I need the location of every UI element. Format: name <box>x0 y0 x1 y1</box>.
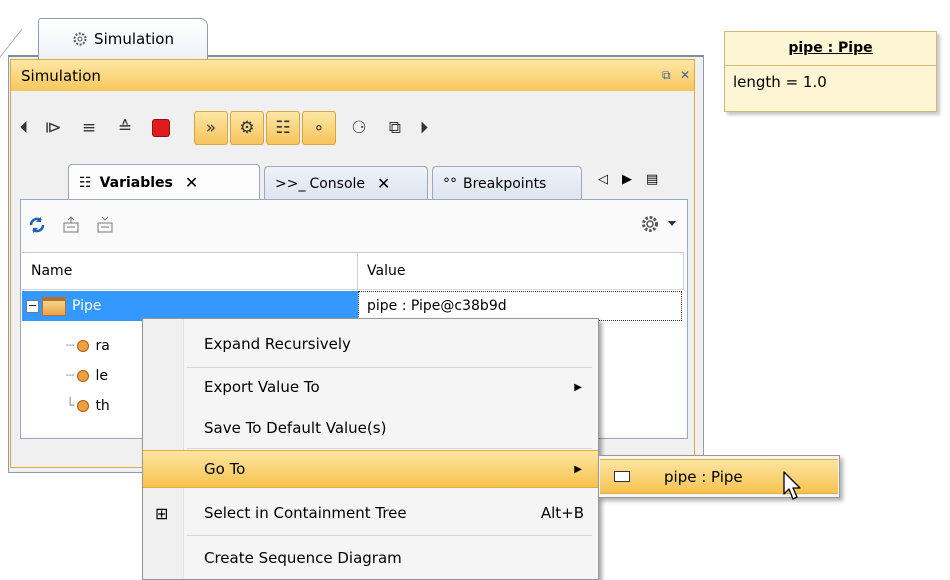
breakpoints-tab-icon: °° <box>443 175 457 192</box>
row-value-cell[interactable]: pipe : Pipe@c38b9d <box>358 291 682 321</box>
step-into-icon[interactable]: ⧐ <box>38 113 68 143</box>
mouse-cursor-icon <box>783 471 801 500</box>
outer-tab-label: Simulation <box>94 30 174 48</box>
note-attribute: length = 1.0 <box>733 73 827 91</box>
simulation-outer-tab[interactable]: Simulation <box>38 18 208 59</box>
stop-icon[interactable] <box>146 113 176 143</box>
tree-line: ┄ <box>66 338 75 354</box>
containment-tree-icon: ⊞ <box>155 503 169 523</box>
property-icon <box>77 340 90 352</box>
menu-item-go-to[interactable]: Go To ▶ <box>143 450 598 488</box>
refresh-icon[interactable] <box>26 214 48 236</box>
gear-icon <box>73 32 87 46</box>
variables-toggle-icon[interactable]: ☷ <box>266 111 300 145</box>
menu-item-save-to-default[interactable]: Save To Default Value(s) <box>143 409 598 447</box>
tab-console-label: Console <box>309 175 366 192</box>
menu-item-label: Go To <box>204 460 246 478</box>
class-icon <box>42 296 66 316</box>
back-icon[interactable]: ⏴ <box>16 113 32 143</box>
variables-toolbar <box>26 214 116 236</box>
table-row[interactable]: − Pipe <box>22 291 358 321</box>
menu-item-label: Export Value To <box>204 378 320 396</box>
restore-icon[interactable]: ⧉ <box>662 68 671 83</box>
sim-config-icon[interactable]: ⚙ <box>230 111 264 145</box>
trigger-icon[interactable]: ⚆ <box>344 113 374 143</box>
tab-scroll-left-icon[interactable]: ◁ <box>598 172 608 187</box>
close-icon[interactable]: ✕ <box>377 174 390 193</box>
note-header: pipe : Pipe <box>725 32 936 66</box>
forward-icon[interactable]: ⏵ <box>416 113 432 143</box>
column-header-name[interactable]: Name <box>22 253 358 290</box>
options-menu[interactable] <box>640 214 676 234</box>
tab-navigation: ◁ ▶ ▤ <box>598 172 658 187</box>
column-header-value[interactable]: Value <box>358 253 684 290</box>
tree-line: └ <box>66 398 75 414</box>
tab-variables-label: Variables <box>99 174 173 191</box>
property-icon <box>77 370 90 382</box>
tab-console[interactable]: >>_ Console ✕ <box>264 166 428 200</box>
console-tab-icon: >>_ <box>275 175 306 192</box>
submenu-arrow-icon: ▶ <box>574 463 582 475</box>
export-icon[interactable]: ⧉ <box>380 113 410 143</box>
row-name: ra <box>95 338 110 354</box>
row-name: Pipe <box>72 298 102 314</box>
menu-item-select-in-containment-tree[interactable]: ⊞ Select in Containment Tree Alt+B <box>143 494 598 532</box>
menu-separator <box>187 535 592 536</box>
close-icon[interactable]: ✕ <box>680 68 690 82</box>
variables-tab-icon: ☷ <box>79 174 92 191</box>
menu-separator <box>187 448 592 449</box>
table-row[interactable]: ┄ ra <box>66 331 110 361</box>
menu-item-label: Save To Default Value(s) <box>204 419 387 437</box>
row-name: le <box>95 368 108 384</box>
tree-line: ┄ <box>66 368 75 384</box>
tab-variables[interactable]: ☷ Variables ✕ <box>68 164 260 200</box>
table-row[interactable]: └ th <box>66 391 110 421</box>
row-name: th <box>95 398 110 414</box>
simulation-toolbar: ⏴ ⧐ ≡ ≙ » ⚙ ☷ ∘ ⚆ ⧉ ⏵ <box>16 108 438 148</box>
close-icon[interactable]: ✕ <box>185 173 198 192</box>
context-menu: Expand Recursively Export Value To ▶ Sav… <box>142 318 599 580</box>
submenu-arrow-icon: ▶ <box>574 381 582 393</box>
menu-item-label: Create Sequence Diagram <box>204 549 402 567</box>
menu-item-expand-recursively[interactable]: Expand Recursively <box>143 325 598 363</box>
simulation-panel-title-bar: Simulation ⧉ ✕ <box>10 59 695 92</box>
tab-list-icon[interactable]: ▤ <box>646 172 658 187</box>
menu-item-label: Select in Containment Tree <box>204 504 407 522</box>
property-icon <box>77 400 90 412</box>
chevron-down-icon <box>668 221 676 226</box>
step-out-icon[interactable]: ≙ <box>110 113 140 143</box>
menu-item-export-value-to[interactable]: Export Value To ▶ <box>143 368 598 406</box>
console-toggle-icon[interactable]: » <box>194 111 228 145</box>
table-row[interactable]: ┄ le <box>66 361 108 391</box>
collapse-all-icon[interactable] <box>94 214 116 236</box>
gear-icon <box>642 216 658 232</box>
tab-breakpoints[interactable]: °° Breakpoints <box>432 166 582 200</box>
instance-icon <box>614 471 630 482</box>
tab-scroll-right-icon[interactable]: ▶ <box>622 172 632 187</box>
submenu-item-label: pipe : Pipe <box>664 467 743 486</box>
collapse-node-icon[interactable]: − <box>26 299 39 313</box>
panel-title: Simulation <box>21 66 101 85</box>
step-over-icon[interactable]: ≡ <box>74 113 104 143</box>
tab-breakpoints-label: Breakpoints <box>463 175 547 192</box>
breakpoints-toggle-icon[interactable]: ∘ <box>302 111 336 145</box>
instance-note[interactable]: pipe : Pipe length = 1.0 <box>724 31 937 112</box>
menu-item-label: Expand Recursively <box>204 335 351 353</box>
menu-item-shortcut: Alt+B <box>540 504 584 522</box>
row-value: pipe : Pipe@c38b9d <box>367 298 507 314</box>
menu-item-create-sequence-diagram[interactable]: Create Sequence Diagram <box>143 539 598 577</box>
expand-all-icon[interactable] <box>60 214 82 236</box>
inner-tab-strip: ☷ Variables ✕ >>_ Console ✕ °° Breakpoin… <box>68 164 586 200</box>
